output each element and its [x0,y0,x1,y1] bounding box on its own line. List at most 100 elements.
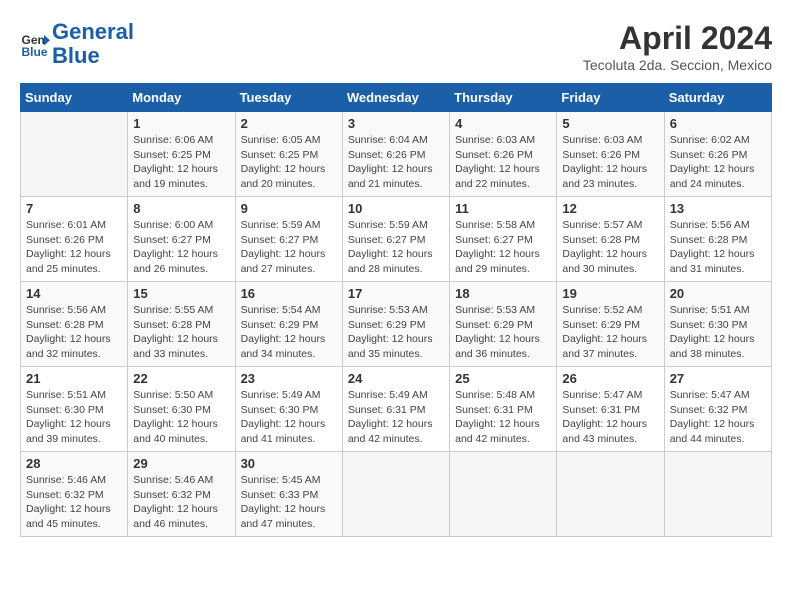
day-info: Sunrise: 5:58 AMSunset: 6:27 PMDaylight:… [455,218,551,277]
day-cell: 28 Sunrise: 5:46 AMSunset: 6:32 PMDayligh… [21,452,128,537]
day-cell: 20 Sunrise: 5:51 AMSunset: 6:30 PMDayligh… [664,282,771,367]
day-number: 15 [133,286,229,301]
calendar-title: April 2024 [583,20,772,57]
day-number: 20 [670,286,766,301]
day-cell: 12 Sunrise: 5:57 AMSunset: 6:28 PMDayligh… [557,197,664,282]
day-cell: 11 Sunrise: 5:58 AMSunset: 6:27 PMDayligh… [450,197,557,282]
logo-text: General Blue [52,20,134,68]
day-cell: 24 Sunrise: 5:49 AMSunset: 6:31 PMDayligh… [342,367,449,452]
week-row-1: 1 Sunrise: 6:06 AMSunset: 6:25 PMDaylight… [21,112,772,197]
day-cell: 19 Sunrise: 5:52 AMSunset: 6:29 PMDayligh… [557,282,664,367]
weekday-header-sunday: Sunday [21,84,128,112]
day-info: Sunrise: 5:52 AMSunset: 6:29 PMDaylight:… [562,303,658,362]
title-section: April 2024 Tecoluta 2da. Seccion, Mexico [583,20,772,73]
day-cell: 18Sunrise: 5:53 AMSunset: 6:29 PMDayligh… [450,282,557,367]
day-info: Sunrise: 5:57 AMSunset: 6:28 PMDaylight:… [562,218,658,277]
day-cell: 4Sunrise: 6:03 AMSunset: 6:26 PMDaylight… [450,112,557,197]
day-number: 26 [562,371,658,386]
day-info: Sunrise: 5:50 AMSunset: 6:30 PMDaylight:… [133,388,229,447]
weekday-header-friday: Friday [557,84,664,112]
calendar-subtitle: Tecoluta 2da. Seccion, Mexico [583,57,772,73]
day-cell: 27 Sunrise: 5:47 AMSunset: 6:32 PMDayligh… [664,367,771,452]
day-cell: 14Sunrise: 5:56 AMSunset: 6:28 PMDayligh… [21,282,128,367]
day-cell: 17 Sunrise: 5:53 AMSunset: 6:29 PMDayligh… [342,282,449,367]
svg-text:Blue: Blue [22,45,48,59]
day-number: 2 [241,116,337,131]
day-cell: 15 Sunrise: 5:55 AMSunset: 6:28 PMDayligh… [128,282,235,367]
day-number: 8 [133,201,229,216]
day-info: Sunrise: 5:54 AMSunset: 6:29 PMDaylight:… [241,303,337,362]
day-number: 10 [348,201,444,216]
day-number: 17 [348,286,444,301]
day-number: 12 [562,201,658,216]
day-info: Sunrise: 5:49 AMSunset: 6:31 PMDaylight:… [348,388,444,447]
weekday-header-thursday: Thursday [450,84,557,112]
day-number: 14 [26,286,122,301]
day-cell: 26 Sunrise: 5:47 AMSunset: 6:31 PMDayligh… [557,367,664,452]
day-cell: 25Sunrise: 5:48 AMSunset: 6:31 PMDayligh… [450,367,557,452]
day-cell: 10 Sunrise: 5:59 AMSunset: 6:27 PMDayligh… [342,197,449,282]
day-info: Sunrise: 5:59 AMSunset: 6:27 PMDaylight:… [348,218,444,277]
day-number: 27 [670,371,766,386]
day-cell: 9 Sunrise: 5:59 AMSunset: 6:27 PMDaylight… [235,197,342,282]
day-info: Sunrise: 5:49 AMSunset: 6:30 PMDaylight:… [241,388,337,447]
day-cell [557,452,664,537]
day-number: 9 [241,201,337,216]
day-cell: 2 Sunrise: 6:05 AMSunset: 6:25 PMDaylight… [235,112,342,197]
day-number: 28 [26,456,122,471]
day-number: 13 [670,201,766,216]
day-info: Sunrise: 6:05 AMSunset: 6:25 PMDaylight:… [241,133,337,192]
day-cell: 22 Sunrise: 5:50 AMSunset: 6:30 PMDayligh… [128,367,235,452]
day-number: 3 [348,116,444,131]
day-number: 5 [562,116,658,131]
day-info: Sunrise: 5:46 AMSunset: 6:32 PMDaylight:… [133,473,229,532]
day-cell: 13 Sunrise: 5:56 AMSunset: 6:28 PMDayligh… [664,197,771,282]
day-cell: 5 Sunrise: 6:03 AMSunset: 6:26 PMDaylight… [557,112,664,197]
day-cell: 7Sunrise: 6:01 AMSunset: 6:26 PMDaylight… [21,197,128,282]
logo-general: General [52,19,134,44]
logo: Gen Blue General Blue [20,20,134,68]
day-number: 1 [133,116,229,131]
week-row-5: 28 Sunrise: 5:46 AMSunset: 6:32 PMDayligh… [21,452,772,537]
day-cell: 30 Sunrise: 5:45 AMSunset: 6:33 PMDayligh… [235,452,342,537]
day-info: Sunrise: 5:53 AMSunset: 6:29 PMDaylight:… [348,303,444,362]
day-number: 29 [133,456,229,471]
day-cell [664,452,771,537]
day-info: Sunrise: 5:55 AMSunset: 6:28 PMDaylight:… [133,303,229,362]
day-info: Sunrise: 6:03 AMSunset: 6:26 PMDaylight:… [562,133,658,192]
day-cell [342,452,449,537]
day-cell: 3 Sunrise: 6:04 AMSunset: 6:26 PMDaylight… [342,112,449,197]
page-header: Gen Blue General Blue April 2024 Tecolut… [20,20,772,73]
day-number: 30 [241,456,337,471]
day-info: Sunrise: 5:53 AMSunset: 6:29 PMDaylight:… [455,303,551,362]
day-info: Sunrise: 5:51 AMSunset: 6:30 PMDaylight:… [670,303,766,362]
day-cell: 29 Sunrise: 5:46 AMSunset: 6:32 PMDayligh… [128,452,235,537]
day-info: Sunrise: 5:48 AMSunset: 6:31 PMDaylight:… [455,388,551,447]
day-number: 6 [670,116,766,131]
week-row-4: 21 Sunrise: 5:51 AMSunset: 6:30 PMDayligh… [21,367,772,452]
day-info: Sunrise: 5:46 AMSunset: 6:32 PMDaylight:… [26,473,122,532]
day-number: 24 [348,371,444,386]
day-info: Sunrise: 6:03 AMSunset: 6:26 PMDaylight:… [455,133,551,192]
day-cell: 1 Sunrise: 6:06 AMSunset: 6:25 PMDaylight… [128,112,235,197]
day-number: 23 [241,371,337,386]
day-info: Sunrise: 6:02 AMSunset: 6:26 PMDaylight:… [670,133,766,192]
logo-icon: Gen Blue [20,29,50,59]
day-info: Sunrise: 5:47 AMSunset: 6:32 PMDaylight:… [670,388,766,447]
weekday-header-tuesday: Tuesday [235,84,342,112]
day-number: 11 [455,201,551,216]
day-cell: 23 Sunrise: 5:49 AMSunset: 6:30 PMDayligh… [235,367,342,452]
logo-blue: Blue [52,43,100,68]
day-info: Sunrise: 6:06 AMSunset: 6:25 PMDaylight:… [133,133,229,192]
day-info: Sunrise: 5:59 AMSunset: 6:27 PMDaylight:… [241,218,337,277]
day-number: 21 [26,371,122,386]
day-number: 22 [133,371,229,386]
weekday-header-saturday: Saturday [664,84,771,112]
day-number: 19 [562,286,658,301]
day-info: Sunrise: 5:45 AMSunset: 6:33 PMDaylight:… [241,473,337,532]
day-info: Sunrise: 5:47 AMSunset: 6:31 PMDaylight:… [562,388,658,447]
day-cell: 21 Sunrise: 5:51 AMSunset: 6:30 PMDayligh… [21,367,128,452]
day-info: Sunrise: 5:56 AMSunset: 6:28 PMDaylight:… [670,218,766,277]
day-info: Sunrise: 6:04 AMSunset: 6:26 PMDaylight:… [348,133,444,192]
day-info: Sunrise: 5:51 AMSunset: 6:30 PMDaylight:… [26,388,122,447]
